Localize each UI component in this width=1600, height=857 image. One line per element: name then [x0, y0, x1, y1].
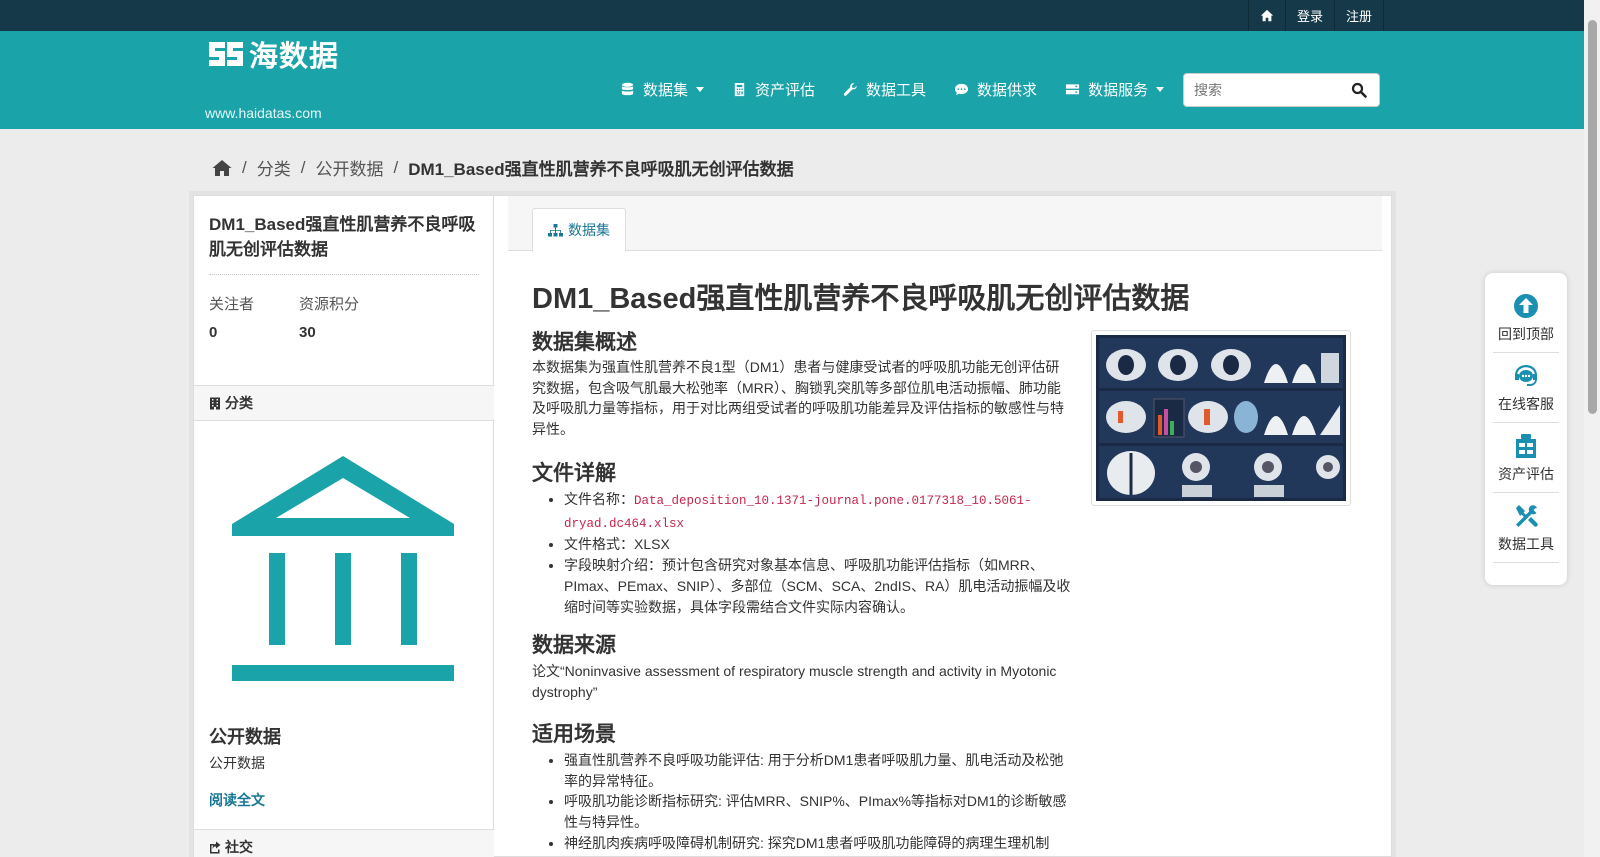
file-heading: 文件详解	[532, 462, 616, 485]
dataset-thumbnail[interactable]	[1091, 330, 1351, 506]
usage-list: 强直性肌营养不良呼吸功能评估: 用于分析DM1患者呼吸肌力量、肌电活动及松弛率的…	[564, 750, 1074, 854]
points-label: 资源积分	[299, 296, 360, 313]
server-icon	[1066, 83, 1080, 94]
sidebar: DM1_Based强直性肌营养不良呼吸肌无创评估数据 关注者 0 资源积分 30…	[194, 196, 494, 857]
nav-data-demand[interactable]: 数据供求	[954, 79, 1037, 100]
database-icon	[621, 82, 634, 95]
headset-icon	[1515, 364, 1537, 386]
main-nav: 数据集 资产评估 数据工具 数据供求 数据服务	[620, 60, 1192, 118]
list-item: 文件名称：Data_deposition_10.1371-journal.pon…	[564, 489, 1074, 534]
search-input[interactable]	[1184, 74, 1334, 106]
nav-data-tools[interactable]: 数据工具	[843, 79, 926, 100]
followers-stat: 关注者 0	[209, 293, 254, 341]
points-value: 30	[299, 324, 316, 341]
asset-eval-button[interactable]: 资产评估	[1493, 423, 1559, 493]
nav-asset-eval[interactable]: 资产评估	[732, 79, 815, 100]
home-link[interactable]	[1247, 0, 1285, 31]
nav-data-services[interactable]: 数据服务	[1065, 79, 1165, 100]
search-box	[1183, 73, 1380, 107]
breadcrumb-current[interactable]: DM1_Based强直性肌营养不良呼吸肌无创评估数据	[408, 155, 793, 180]
followers-value: 0	[209, 324, 218, 341]
account-links: 登录 注册	[1247, 0, 1384, 31]
source-heading: 数据来源	[532, 634, 616, 657]
dataset-title: DM1_Based强直性肌营养不良呼吸肌无创评估数据	[209, 215, 476, 259]
data-tools-button[interactable]: 数据工具	[1493, 493, 1559, 563]
sitemap-icon	[548, 223, 563, 236]
breadcrumb-public-data[interactable]: 公开数据	[315, 155, 383, 180]
org-name: 公开数据	[209, 727, 281, 747]
file-details-list: 文件名称：Data_deposition_10.1371-journal.pon…	[564, 489, 1074, 617]
tab-dataset[interactable]: 数据集	[532, 208, 626, 252]
overview-text: 本数据集为强直性肌营养不良1型（DM1）患者与健康受试者的呼吸肌功能无创评估研究…	[532, 359, 1064, 438]
list-item: 文件格式：XLSX	[564, 534, 1074, 555]
divider	[209, 274, 479, 275]
thumbnail-image	[1096, 335, 1346, 501]
file-name-label: 文件名称：	[564, 491, 634, 507]
social-heading: 社交	[194, 829, 494, 857]
online-support-button[interactable]: 在线客服	[1493, 353, 1559, 423]
calculator-icon	[734, 82, 745, 96]
site-logo[interactable]: 海数据	[205, 33, 339, 75]
category-heading: 分类	[194, 385, 494, 421]
scrollbar-thumb[interactable]	[1588, 20, 1597, 414]
content-wrapper: DM1_Based强直性肌营养不良呼吸肌无创评估数据 关注者 0 资源积分 30…	[193, 195, 1392, 857]
back-to-top-button[interactable]: 回到顶部	[1493, 283, 1559, 353]
tab-bar: 数据集	[508, 196, 1382, 252]
building-icon	[210, 397, 220, 409]
usage-heading: 适用场景	[532, 723, 616, 746]
followers-label: 关注者	[209, 296, 255, 313]
breadcrumb: / 分类 / 公开数据 / DM1_Based强直性肌营养不良呼吸肌无创评估数据	[212, 155, 794, 180]
wrench-icon	[843, 82, 857, 96]
source-text: 论文“Noninvasive assessment of respiratory…	[532, 663, 1057, 700]
chat-icon	[954, 83, 969, 95]
list-item: 强直性肌营养不良呼吸功能评估: 用于分析DM1患者呼吸肌力量、肌电活动及松弛率的…	[564, 750, 1074, 791]
chevron-down-icon	[1156, 86, 1165, 92]
floating-toolbar: 回到顶部 在线客服 资产评估 数据工具	[1485, 273, 1567, 585]
arrow-up-circle-icon	[1514, 293, 1538, 318]
list-item: 呼吸肌功能诊断指标研究: 评估MRR、SNIP%、PImax%等指标对DM1的诊…	[564, 791, 1074, 832]
page-title: DM1_Based强直性肌营养不良呼吸肌无创评估数据	[532, 283, 1190, 315]
share-icon	[210, 841, 221, 853]
nav-datasets[interactable]: 数据集	[620, 79, 705, 100]
overview-heading: 数据集概述	[532, 331, 637, 354]
register-link[interactable]: 注册	[1333, 0, 1384, 31]
home-icon	[1260, 9, 1274, 21]
logo-mark-icon	[209, 42, 243, 66]
list-item: 神经肌肉疾病呼吸障碍机制研究: 探究DM1患者呼吸肌功能障碍的病理生理机制	[564, 833, 1074, 854]
institution-icon	[232, 456, 454, 681]
file-name-value: Data_deposition_10.1371-journal.pone.017…	[564, 494, 1032, 531]
search-icon[interactable]	[1351, 82, 1367, 98]
read-more-link[interactable]: 阅读全文	[209, 790, 265, 810]
tools-icon	[1516, 504, 1538, 527]
home-icon[interactable]	[212, 159, 232, 177]
points-stat: 资源积分 30	[299, 293, 359, 341]
page-scrollbar[interactable]	[1584, 0, 1600, 857]
org-description: 公开数据	[209, 755, 265, 771]
breadcrumb-category[interactable]: 分类	[257, 155, 291, 180]
login-link[interactable]: 登录	[1284, 0, 1334, 31]
list-item: 字段映射介绍：预计包含研究对象基本信息、呼吸肌功能评估指标（如MRR、PImax…	[564, 555, 1074, 617]
logo-text: 海数据	[249, 41, 340, 73]
logo-url: www.haidatas.com	[205, 105, 322, 121]
chevron-down-icon	[696, 86, 705, 92]
clipboard-icon	[1516, 433, 1536, 458]
top-bar: 登录 注册	[0, 0, 1584, 31]
